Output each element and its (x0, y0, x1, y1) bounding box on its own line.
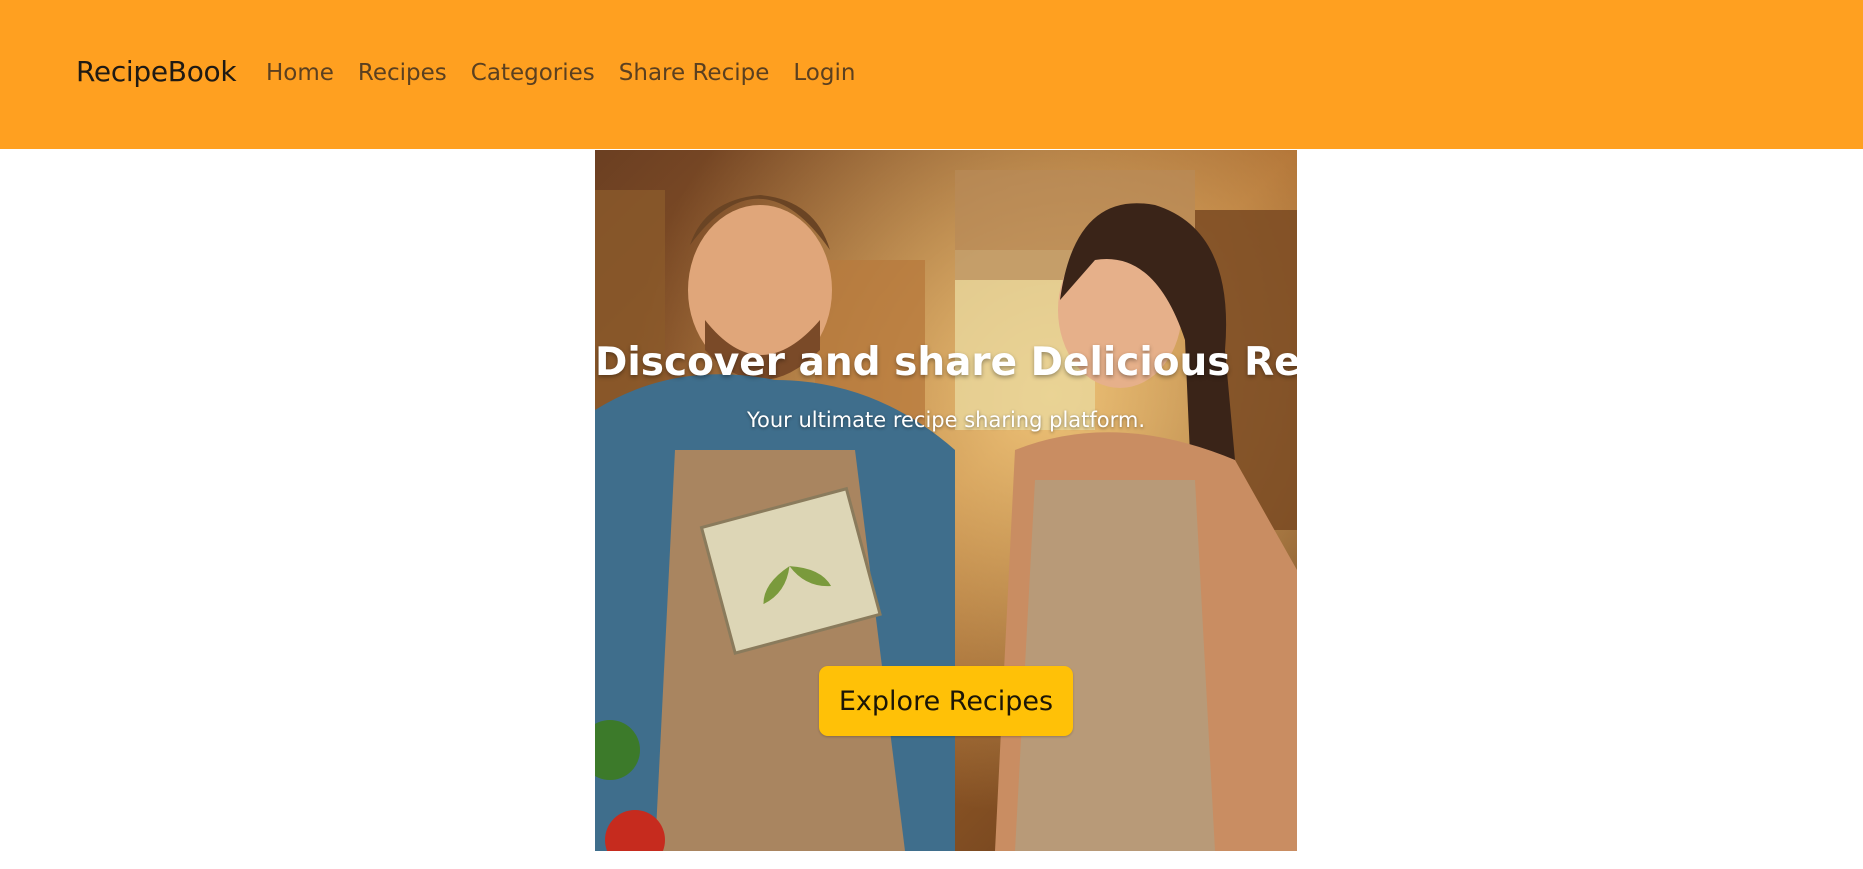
navbar: RecipeBook Home Recipes Categories Share… (0, 0, 1863, 149)
nav-link-home[interactable]: Home (266, 60, 334, 86)
hero-overlay: Discover and share Delicious Recipes You… (595, 150, 1297, 851)
nav-link-categories[interactable]: Categories (471, 60, 595, 86)
explore-recipes-button[interactable]: Explore Recipes (819, 666, 1073, 736)
nav-link-login[interactable]: Login (793, 60, 855, 86)
nav-links: Home Recipes Categories Share Recipe Log… (266, 60, 879, 86)
nav-link-recipes[interactable]: Recipes (358, 60, 447, 86)
hero-section: Discover and share Delicious Recipes You… (595, 150, 1297, 851)
brand-logo-link[interactable]: RecipeBook (76, 55, 237, 88)
hero-subtitle: Your ultimate recipe sharing platform. (746, 408, 1146, 432)
nav-link-share-recipe[interactable]: Share Recipe (619, 60, 770, 86)
hero-title: Discover and share Delicious Recipes (595, 340, 1297, 385)
